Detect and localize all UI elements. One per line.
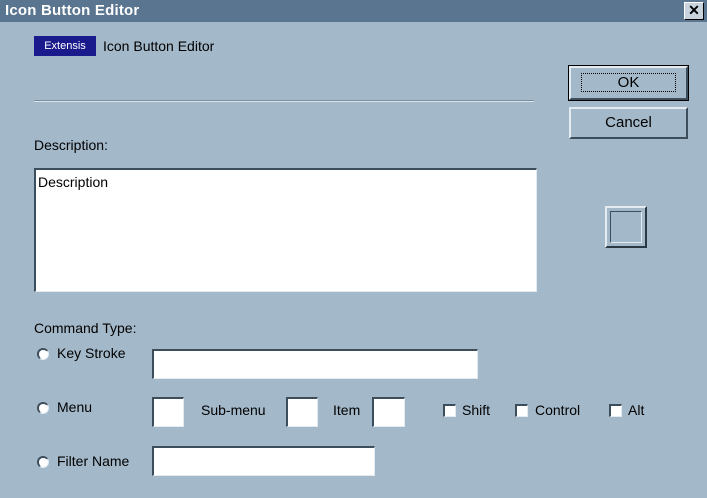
extensis-logo: Extensis: [34, 36, 96, 56]
dialog-heading: Icon Button Editor: [103, 38, 215, 54]
shift-checkbox[interactable]: [443, 404, 456, 417]
filter-name-radio[interactable]: [37, 456, 49, 468]
icon-preview-well: [610, 211, 642, 243]
command-type-label: Command Type:: [34, 320, 137, 336]
header-separator: [34, 100, 534, 102]
key-stroke-radio[interactable]: [37, 348, 49, 360]
cancel-button[interactable]: Cancel: [569, 107, 688, 139]
menu-input[interactable]: [152, 397, 184, 427]
alt-checkbox[interactable]: [609, 404, 622, 417]
key-stroke-label: Key Stroke: [57, 345, 126, 361]
filter-name-input[interactable]: [152, 446, 375, 476]
close-icon: ✕: [688, 2, 700, 18]
ok-button[interactable]: OK: [568, 65, 689, 101]
description-label: Description:: [34, 137, 108, 153]
ok-button-label: OK: [580, 73, 677, 92]
submenu-input[interactable]: [286, 397, 318, 427]
cancel-button-label: Cancel: [605, 114, 652, 131]
shift-label: Shift: [462, 402, 491, 418]
close-button[interactable]: ✕: [684, 2, 704, 20]
icon-preview-button[interactable]: [605, 206, 647, 248]
submenu-label: Sub-menu: [201, 402, 266, 418]
item-label: Item: [333, 402, 361, 418]
filter-name-label: Filter Name: [57, 453, 130, 469]
control-checkbox[interactable]: [515, 404, 528, 417]
window-title: Icon Button Editor: [5, 2, 140, 19]
menu-label: Menu: [57, 399, 93, 415]
alt-label: Alt: [628, 402, 645, 418]
control-label: Control: [535, 402, 581, 418]
description-textarea[interactable]: Description: [34, 168, 537, 292]
menu-radio[interactable]: [37, 402, 49, 414]
title-bar: Icon Button Editor ✕: [0, 0, 707, 22]
item-input[interactable]: [372, 397, 405, 427]
key-stroke-input[interactable]: [152, 349, 478, 379]
logo-text: Extensis: [44, 40, 86, 52]
